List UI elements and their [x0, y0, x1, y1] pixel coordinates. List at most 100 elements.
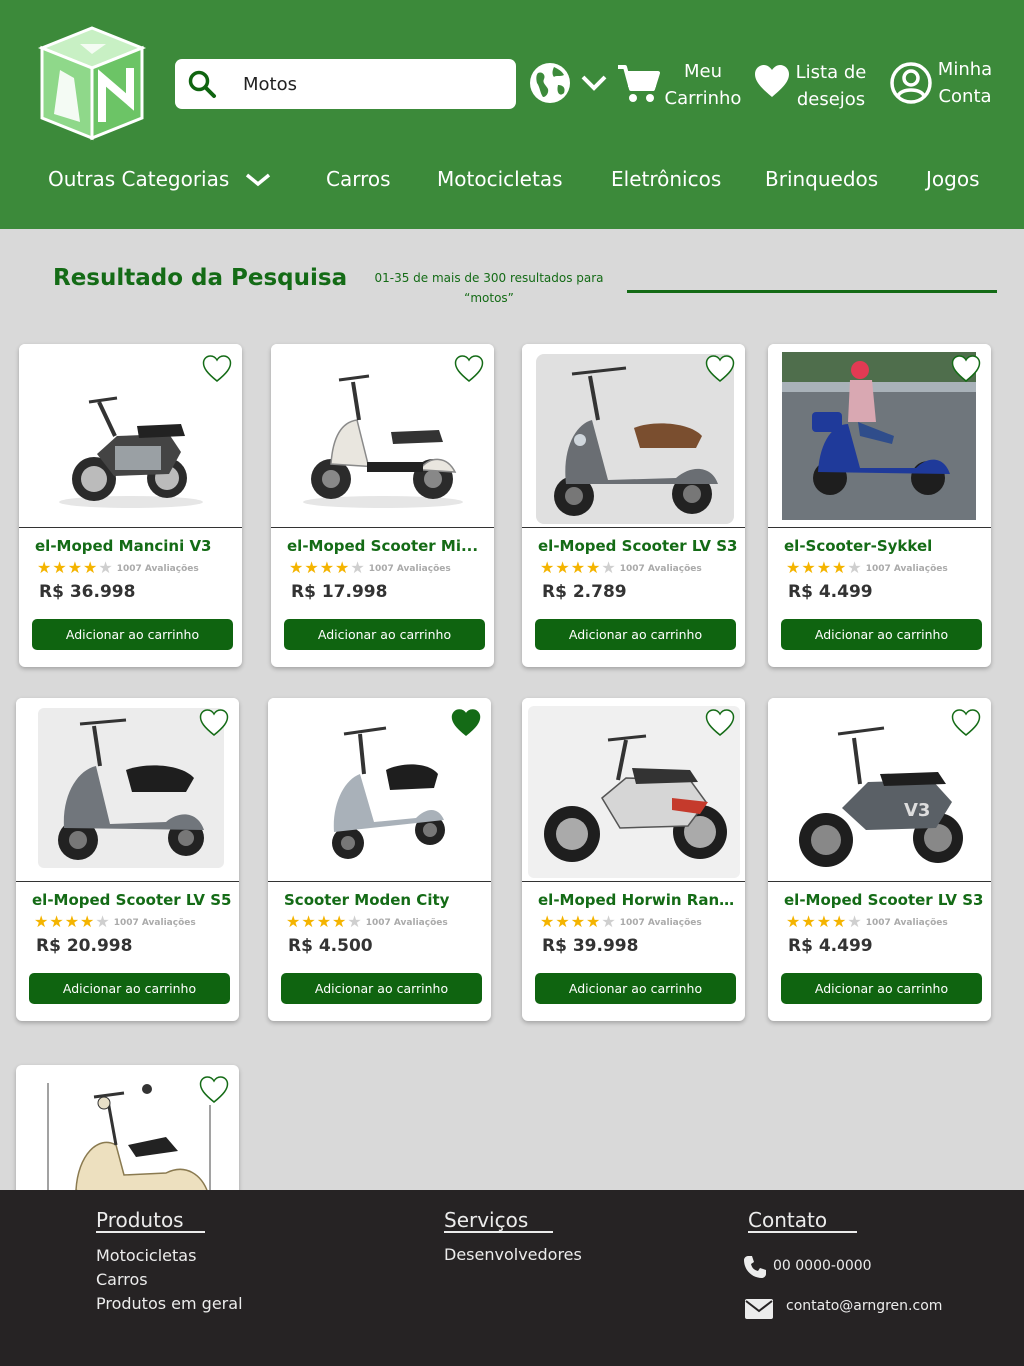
- favorite-heart-icon[interactable]: [202, 354, 232, 384]
- arngren-logo[interactable]: [30, 22, 154, 146]
- product-card[interactable]: V3 el-Moped Scooter LV S3 ★ ★ ★ ★ ★ 1007 Avalia…: [768, 698, 991, 1021]
- product-price: R$ 4.499: [788, 936, 873, 956]
- card-divider: [768, 527, 991, 528]
- footer-underline: [96, 1231, 205, 1233]
- product-price: R$ 2.789: [542, 582, 627, 602]
- footer-link-carros[interactable]: Carros: [96, 1270, 148, 1289]
- card-divider: [16, 881, 239, 882]
- footer-phone[interactable]: 00 0000-0000: [773, 1258, 872, 1274]
- nav-item-motocicletas[interactable]: Motocicletas: [437, 165, 563, 193]
- nav-item-jogos[interactable]: Jogos: [926, 165, 980, 193]
- search-icon[interactable]: [187, 69, 217, 99]
- footer-link-motocicletas[interactable]: Motocicletas: [96, 1246, 196, 1265]
- product-card[interactable]: el-Scooter-Sykkel ★ ★ ★ ★ ★ 1007 Avaliações R$ …: [768, 344, 991, 667]
- product-card[interactable]: Scooter Moden City ★ ★ ★ ★ ★ 1007 Avaliações R$…: [268, 698, 491, 1021]
- card-divider: [268, 881, 491, 882]
- star-icon: ★: [64, 914, 80, 931]
- rating-stars: ★ ★ ★ ★ ★ 1007 Avaliações: [540, 561, 702, 577]
- product-name[interactable]: el-Moped Scooter LV S5: [32, 891, 232, 909]
- product-name[interactable]: el-Moped Scooter LV S3: [784, 891, 984, 909]
- product-card[interactable]: el-Moped Scooter Mi... ★ ★ ★ ★ ★ 1007 Avaliaçõ…: [271, 344, 494, 667]
- add-to-cart-button[interactable]: Adicionar ao carrinho: [29, 973, 230, 1004]
- star-icon: ★: [95, 914, 110, 931]
- product-name[interactable]: el-Moped Scooter LV S3: [538, 537, 738, 555]
- footer-underline: [748, 1231, 857, 1233]
- favorite-heart-icon[interactable]: [199, 1075, 229, 1105]
- star-icon: ★: [540, 914, 555, 931]
- add-to-cart-button[interactable]: Adicionar ao carrinho: [535, 619, 736, 650]
- product-price: R$ 39.998: [542, 936, 639, 956]
- footer-link-desenvolvedores[interactable]: Desenvolvedores: [444, 1245, 582, 1264]
- add-to-cart-button[interactable]: Adicionar ao carrinho: [284, 619, 485, 650]
- star-icon: ★: [586, 560, 601, 577]
- product-card[interactable]: el-Moped Scooter LV S5 ★ ★ ★ ★ ★ 1007 Avaliaçõ…: [16, 698, 239, 1021]
- add-to-cart-button[interactable]: Adicionar ao carrinho: [781, 619, 982, 650]
- review-count: 1007 Avaliações: [116, 564, 199, 574]
- favorite-heart-icon[interactable]: [951, 708, 981, 738]
- favorite-heart-icon[interactable]: [951, 354, 981, 384]
- add-to-cart-button[interactable]: Adicionar ao carrinho: [535, 973, 736, 1004]
- category-nav: Outras Categorias Carros Motocicletas El…: [0, 165, 1024, 195]
- star-icon: ★: [301, 914, 316, 931]
- favorite-heart-icon[interactable]: [451, 708, 481, 738]
- star-icon: ★: [316, 914, 332, 931]
- review-count: 1007 Avaliações: [619, 564, 702, 574]
- nav-item-carros[interactable]: Carros: [326, 165, 391, 193]
- globe-icon[interactable]: [528, 61, 572, 105]
- favorite-heart-icon[interactable]: [705, 708, 735, 738]
- star-icon: ★: [37, 560, 52, 577]
- account-icon[interactable]: [889, 61, 933, 105]
- add-to-cart-button[interactable]: Adicionar ao carrinho: [781, 973, 982, 1004]
- review-count: 1007 Avaliações: [865, 564, 948, 574]
- star-icon: ★: [586, 914, 601, 931]
- header: Meu Carrinho Lista de desejos Minha Cont…: [0, 0, 1024, 229]
- nav-item-eletronicos[interactable]: Eletrônicos: [611, 165, 721, 193]
- rating-stars: ★ ★ ★ ★ ★ 1007 Avaliações: [37, 561, 199, 577]
- favorite-heart-icon[interactable]: [199, 708, 229, 738]
- review-count: 1007 Avaliações: [619, 918, 702, 928]
- star-icon: ★: [816, 560, 832, 577]
- chevron-down-icon[interactable]: [580, 74, 608, 92]
- footer: Produtos Motocicletas Carros Produtos em…: [0, 1190, 1024, 1366]
- rating-stars: ★ ★ ★ ★ ★ 1007 Avaliações: [786, 915, 948, 931]
- favorite-heart-icon[interactable]: [454, 354, 484, 384]
- product-name[interactable]: el-Moped Mancini V3: [35, 537, 235, 555]
- product-card[interactable]: el-Moped Scooter LV S3 ★ ★ ★ ★ ★ 1007 Avaliaçõ…: [522, 344, 745, 667]
- product-card[interactable]: el-Moped Mancini V3 ★ ★ ★ ★ ★ 1007 Avaliações R…: [19, 344, 242, 667]
- star-icon: ★: [786, 560, 801, 577]
- star-icon: ★: [555, 914, 570, 931]
- footer-link-produtos-geral[interactable]: Produtos em geral: [96, 1294, 243, 1313]
- results-summary: 01-35 de mais de 300 resultados para “mo…: [374, 271, 604, 305]
- star-icon: ★: [555, 560, 570, 577]
- rating-stars: ★ ★ ★ ★ ★ 1007 Avaliações: [540, 915, 702, 931]
- product-name[interactable]: Scooter Moden City: [284, 891, 484, 909]
- product-card[interactable]: [16, 1065, 239, 1205]
- nav-item-brinquedos[interactable]: Brinquedos: [765, 165, 878, 193]
- nav-other-categories[interactable]: Outras Categorias: [48, 165, 229, 193]
- product-name[interactable]: el-Scooter-Sykkel: [784, 537, 984, 555]
- favorite-heart-icon[interactable]: [705, 354, 735, 384]
- product-name[interactable]: el-Moped Scooter Mi...: [287, 537, 487, 555]
- account-label[interactable]: Minha Conta: [932, 56, 998, 110]
- chevron-down-icon[interactable]: [244, 172, 272, 188]
- wishlist-heart-icon[interactable]: [754, 64, 790, 98]
- star-icon: ★: [347, 914, 362, 931]
- cart-label[interactable]: Meu Carrinho: [660, 58, 746, 112]
- product-price: R$ 36.998: [39, 582, 136, 602]
- star-icon: ★: [816, 914, 832, 931]
- footer-email[interactable]: contato@arngren.com: [786, 1298, 942, 1314]
- product-name[interactable]: el-Moped Horwin Ranger: [538, 891, 738, 909]
- wishlist-label[interactable]: Lista de desejos: [792, 59, 870, 113]
- add-to-cart-button[interactable]: Adicionar ao carrinho: [32, 619, 233, 650]
- svg-text:V3: V3: [904, 800, 930, 821]
- product-price: R$ 4.500: [288, 936, 373, 956]
- star-icon: ★: [847, 914, 862, 931]
- add-to-cart-button[interactable]: Adicionar ao carrinho: [281, 973, 482, 1004]
- product-card[interactable]: el-Moped Horwin Ranger ★ ★ ★ ★ ★ 1007 Avaliaçõ…: [522, 698, 745, 1021]
- review-count: 1007 Avaliações: [113, 918, 196, 928]
- card-divider: [271, 527, 494, 528]
- phone-icon: [744, 1256, 766, 1278]
- search-input[interactable]: [243, 73, 493, 95]
- product-price: R$ 4.499: [788, 582, 873, 602]
- cart-icon[interactable]: [616, 63, 660, 105]
